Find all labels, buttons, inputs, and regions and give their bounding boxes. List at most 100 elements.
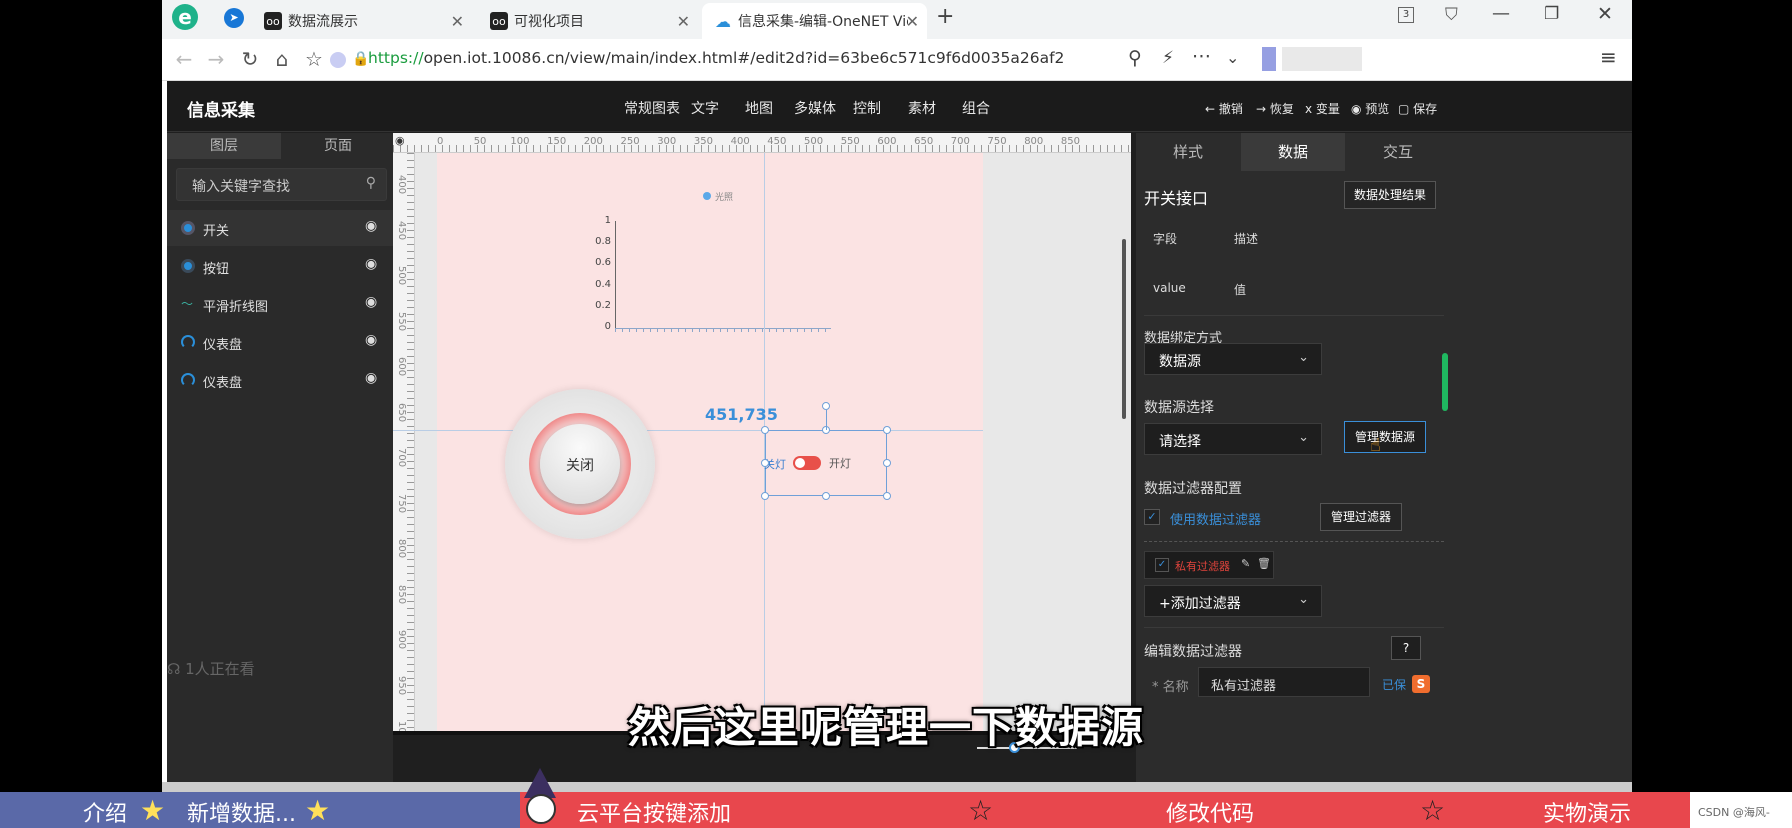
button-face[interactable]: 关闭 xyxy=(540,424,620,504)
new-tab-icon[interactable]: + xyxy=(936,4,954,29)
preview-button[interactable]: ◉ 预览 xyxy=(1351,100,1389,117)
minimize-icon[interactable]: — xyxy=(1492,3,1510,24)
menu-icon[interactable]: ≡ xyxy=(1600,45,1617,69)
use-filter-label[interactable]: 使用数据过滤器 xyxy=(1170,509,1261,528)
chapter-cloud-button[interactable]: 云平台按键添加 xyxy=(577,796,731,828)
eye-icon[interactable]: ◉ xyxy=(365,294,377,310)
vertical-scrollbar[interactable] xyxy=(1122,239,1126,419)
saved-label: 已保 xyxy=(1382,678,1407,692)
eye-icon[interactable]: ◉ xyxy=(365,332,377,348)
layer-item-button[interactable]: 按钮 ◉ xyxy=(167,248,397,284)
lightning-icon[interactable]: ⚡ xyxy=(1162,48,1174,68)
layer-item-gauge[interactable]: 仪表盘 ◉ xyxy=(167,324,397,360)
checkbox-icon[interactable]: ✓ xyxy=(1155,558,1169,572)
menu-map[interactable]: 地图 xyxy=(745,98,773,118)
search-icon[interactable]: ⚲ xyxy=(366,175,376,191)
redo-button[interactable]: → 恢复 xyxy=(1256,100,1294,117)
menu-assets[interactable]: 素材 xyxy=(908,98,936,118)
manage-source-button[interactable]: 管理数据源 xyxy=(1344,421,1426,453)
add-filter-select[interactable]: +添加过滤器 ⌄ xyxy=(1144,585,1322,617)
menu-text[interactable]: 文字 xyxy=(691,98,719,118)
chevron-down-icon[interactable]: ⌄ xyxy=(1226,48,1239,67)
eye-icon[interactable]: ◉ xyxy=(365,256,377,272)
home-icon[interactable]: ⌂ xyxy=(268,47,296,71)
ruler-top-label: 400 xyxy=(730,136,750,147)
search-input[interactable]: 输入关键字查找 ⚲ xyxy=(176,168,387,201)
ruler-top-label: 0 xyxy=(437,136,444,147)
chapter-modify-code[interactable]: 修改代码 xyxy=(1166,796,1254,828)
resize-handle[interactable] xyxy=(761,426,769,434)
resize-handle[interactable] xyxy=(761,459,769,467)
eye-icon[interactable]: ◉ xyxy=(365,218,377,234)
edit-icon[interactable]: ✎ xyxy=(1241,557,1250,570)
ruler-top-label: 300 xyxy=(657,136,677,147)
address-bar: ← → ↻ ⌂ ☆ 🔒 https://open.iot.10086.cn/vi… xyxy=(162,39,1632,81)
round-button-widget[interactable]: 关闭 xyxy=(505,389,655,539)
search-icon[interactable]: ⚲ xyxy=(1128,47,1142,69)
ruler-left-ticks xyxy=(407,153,414,790)
menu-media[interactable]: 多媒体 xyxy=(794,98,836,118)
close-window-icon[interactable]: ✕ xyxy=(1597,3,1613,25)
menu-group[interactable]: 组合 xyxy=(962,98,990,118)
resize-handle[interactable] xyxy=(883,459,891,467)
tab-style[interactable]: 样式 xyxy=(1136,133,1240,171)
tab-label: 可视化项目 xyxy=(514,14,584,30)
bind-mode-select[interactable]: 数据源 ⌄ xyxy=(1144,343,1322,375)
variable-button[interactable]: x 变量 xyxy=(1305,100,1340,117)
resize-handle[interactable] xyxy=(822,492,830,500)
favorites-icon[interactable]: ☆ xyxy=(300,47,328,71)
ruler-top-label: 600 xyxy=(877,136,897,147)
source-select[interactable]: 请选择 ⌄ xyxy=(1144,423,1322,455)
save-button[interactable]: ▢ 保存 xyxy=(1398,100,1437,117)
rotate-handle[interactable] xyxy=(822,402,830,410)
private-filter-chip[interactable]: ✓ 私有过滤器 ✎ 🗑 xyxy=(1144,551,1274,579)
tab-interaction[interactable]: 交互 xyxy=(1346,133,1450,171)
chapter-new-data[interactable]: 新增数据... xyxy=(187,796,296,828)
help-button[interactable]: ? xyxy=(1391,636,1421,660)
tab-data[interactable]: 数据 xyxy=(1241,133,1345,171)
tab-visual-project[interactable]: oo 可视化项目 ✕ xyxy=(478,3,698,39)
switch-selection-box[interactable]: 关灯 开灯 xyxy=(764,430,887,496)
back-icon[interactable]: ← xyxy=(170,47,198,71)
data-result-button[interactable]: 数据处理结果 xyxy=(1344,181,1436,209)
tab-layers[interactable]: 图层 xyxy=(167,133,281,159)
restore-icon[interactable]: ❐ xyxy=(1544,4,1559,24)
resize-handle[interactable] xyxy=(883,426,891,434)
tab-count-badge[interactable]: 3 xyxy=(1398,7,1414,23)
manage-filter-button[interactable]: 管理过滤器 xyxy=(1320,503,1402,531)
resize-handle[interactable] xyxy=(883,492,891,500)
close-icon[interactable]: ✕ xyxy=(451,12,464,31)
eye-toggle-icon[interactable]: ◉ xyxy=(395,134,405,147)
chapter-intro[interactable]: 介绍 xyxy=(83,796,127,828)
eye-icon[interactable]: ◉ xyxy=(365,370,377,386)
more-icon[interactable]: ⋯ xyxy=(1192,45,1211,67)
panel-scrollbar[interactable] xyxy=(1442,353,1448,411)
delete-icon[interactable]: 🗑 xyxy=(1257,557,1271,570)
chapter-demo[interactable]: 实物演示 xyxy=(1543,796,1631,828)
tab-data-flow[interactable]: oo 数据流展示 ✕ xyxy=(252,3,472,39)
reload-icon[interactable]: ↻ xyxy=(236,47,264,71)
layer-item-switch[interactable]: 开关 ◉ xyxy=(167,210,397,246)
lock-icon[interactable]: 🔒 xyxy=(352,51,369,67)
tab-editor[interactable]: ☁ 信息采集-编辑-OneNET View ✕ xyxy=(702,3,927,39)
url-field[interactable]: https://open.iot.10086.cn/view/main/inde… xyxy=(368,49,1064,67)
menu-control[interactable]: 控制 xyxy=(853,98,881,118)
layer-item-line-chart[interactable]: 〜 平滑折线图 ◉ xyxy=(167,286,397,322)
property-panel: 样式 数据 交互 开关接口 数据处理结果 字段 描述 value 值 数据绑定方… xyxy=(1136,133,1632,790)
chart-y-tick-label: 1 xyxy=(604,215,611,226)
pinned-tab-icon[interactable]: ➤ xyxy=(224,8,244,28)
close-icon[interactable]: ✕ xyxy=(906,12,919,31)
wizard-face xyxy=(526,794,556,824)
toggle-switch[interactable] xyxy=(793,456,821,470)
layer-item-gauge[interactable]: 仪表盘 ◉ xyxy=(167,362,397,398)
sogou-ime-icon[interactable]: S xyxy=(1412,675,1430,693)
shirt-icon[interactable]: ⛉ xyxy=(1445,5,1458,25)
name-field[interactable]: 私有过滤器 xyxy=(1198,667,1370,697)
undo-button[interactable]: ← 撤销 xyxy=(1205,100,1243,117)
close-icon[interactable]: ✕ xyxy=(677,12,690,31)
forward-icon[interactable]: → xyxy=(202,47,230,71)
resize-handle[interactable] xyxy=(761,492,769,500)
menu-charts[interactable]: 常规图表 xyxy=(624,98,680,118)
use-filter-checkbox[interactable]: ✓ xyxy=(1144,509,1160,525)
tab-pages[interactable]: 页面 xyxy=(281,133,395,159)
